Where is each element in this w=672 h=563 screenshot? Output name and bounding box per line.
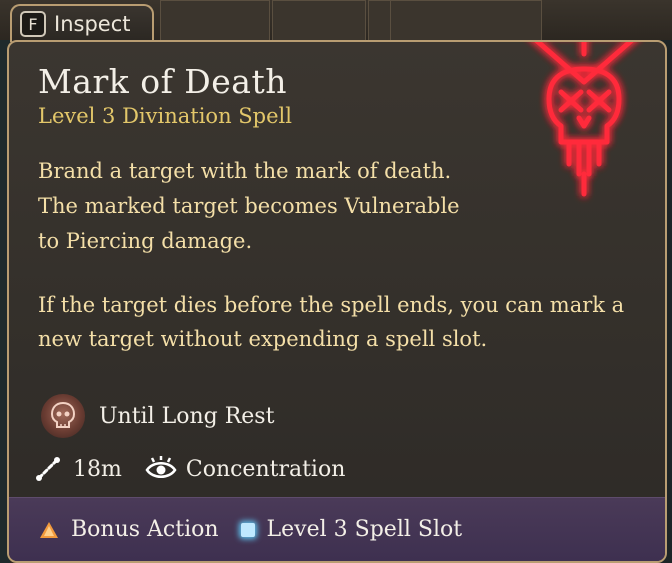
- background-panel: [160, 0, 270, 42]
- range-label: 18m: [73, 456, 122, 482]
- inspect-label: Inspect: [54, 12, 131, 36]
- spell-slot-icon: [240, 522, 255, 537]
- background-panel: [272, 0, 366, 42]
- concentration-icon: [144, 454, 178, 484]
- keybind-badge: F: [20, 11, 46, 37]
- background-panel: [390, 0, 542, 42]
- spell-tooltip: Mark of Death Level 3 Divination Spell B…: [7, 40, 667, 563]
- mark-of-death-skull-icon: [534, 42, 634, 197]
- bonus-action-cost: Bonus Action: [39, 517, 219, 542]
- spell-cost-footer: Bonus Action Level 3 Spell Slot: [9, 497, 665, 561]
- spell-title: Mark of Death: [38, 62, 287, 101]
- spell-description: Brand a target with the mark of death. T…: [38, 159, 460, 253]
- duration-label: Until Long Rest: [99, 403, 275, 429]
- bonus-action-triangle-icon: [40, 521, 58, 538]
- spell-level-school: Level 3 Divination Spell: [38, 104, 292, 128]
- duration-row: Until Long Rest: [41, 394, 274, 438]
- spell-slot-label: Level 3 Spell Slot: [266, 517, 463, 542]
- spell-description-extra: If the target dies before the spell ends…: [38, 293, 625, 351]
- concentration-label: Concentration: [185, 456, 346, 482]
- bonus-action-label: Bonus Action: [71, 517, 219, 542]
- skull-rest-icon: [41, 394, 85, 438]
- range-concentration-row: 18m Concentration: [33, 454, 345, 484]
- range-icon: [33, 454, 63, 484]
- spell-slot-cost: Level 3 Spell Slot: [240, 517, 463, 542]
- inspect-tab[interactable]: F Inspect: [10, 4, 154, 42]
- background-panel: [368, 0, 392, 42]
